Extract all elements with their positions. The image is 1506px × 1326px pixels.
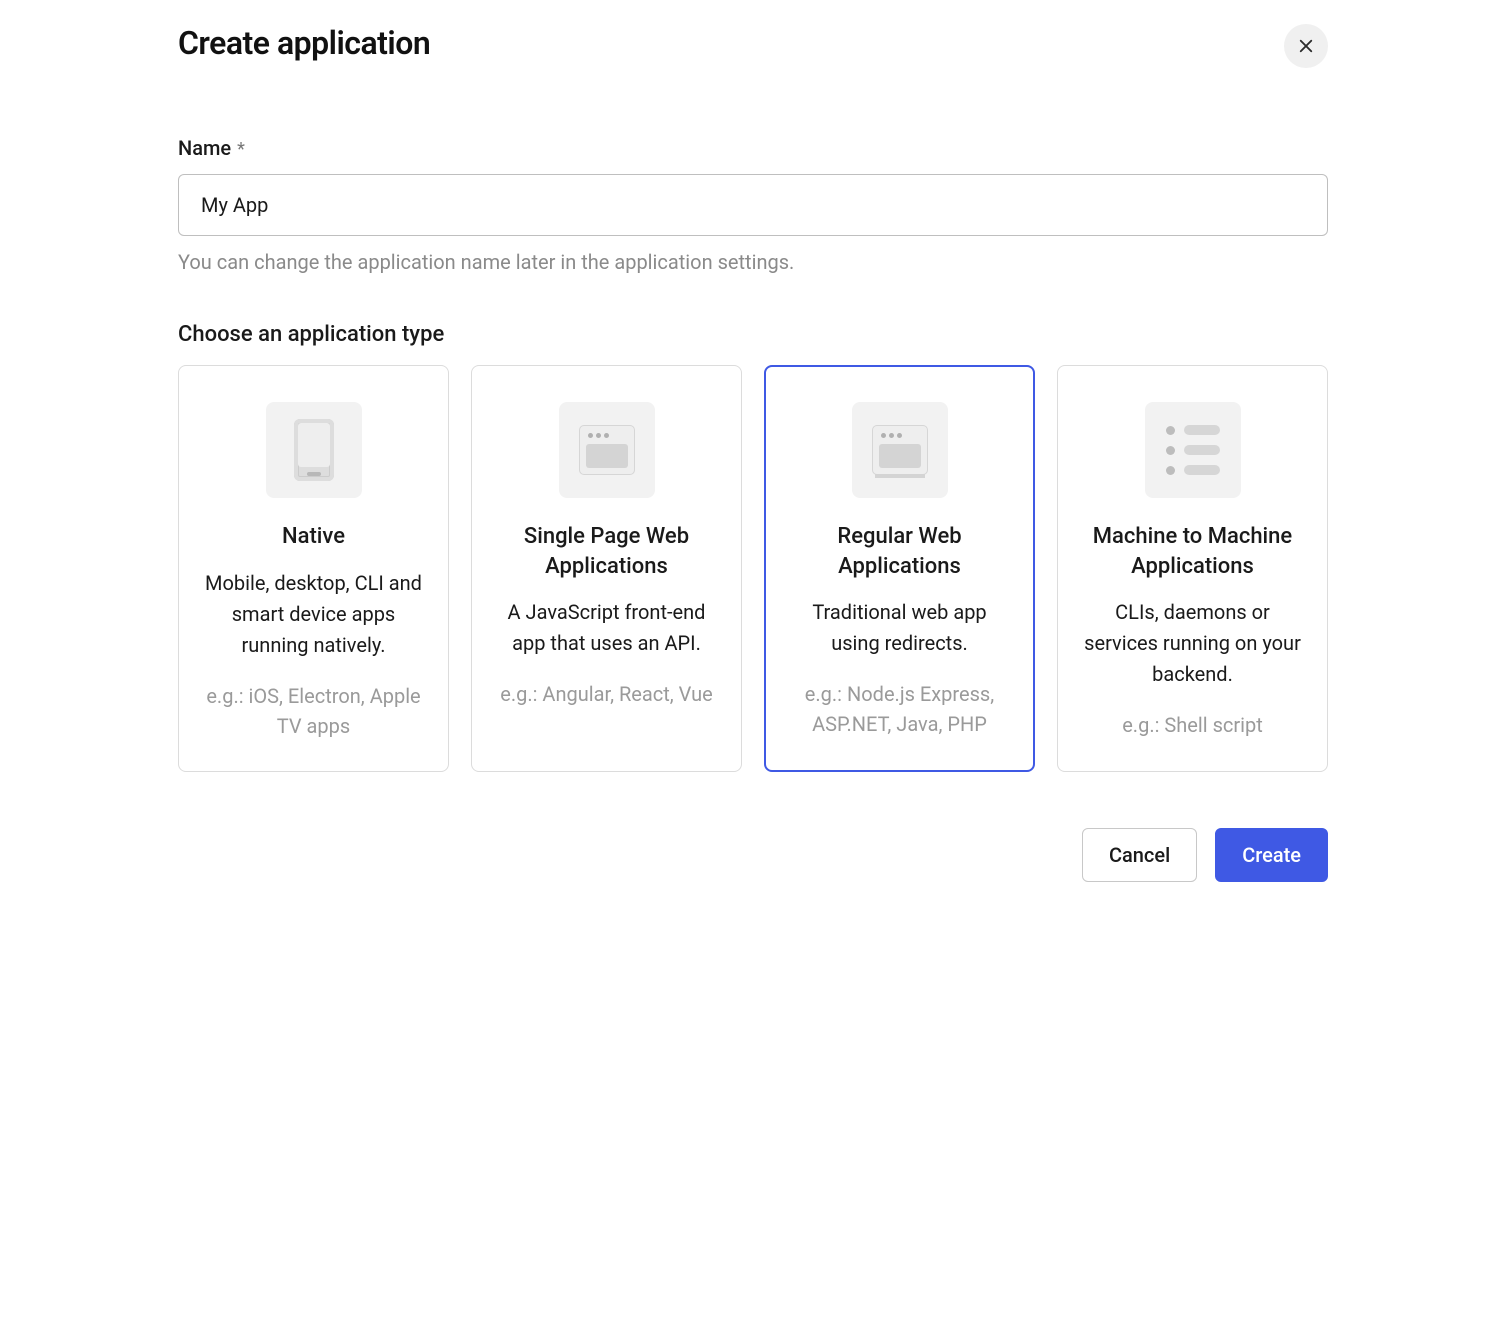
name-label-row: Name * [178,140,245,159]
app-type-card-native[interactable]: Native Mobile, desktop, CLI and smart de… [178,365,449,772]
app-type-card-m2m[interactable]: Machine to Machine Applications CLIs, da… [1057,365,1328,772]
name-label: Name [178,136,231,160]
name-input[interactable] [178,174,1328,236]
card-title: Native [282,522,345,552]
name-section: Name * You can change the application na… [178,136,1328,274]
card-description: A JavaScript front-end app that uses an … [494,597,719,659]
create-application-dialog: Create application Name * You can change… [178,24,1328,882]
close-icon [1297,37,1315,55]
card-title: Regular Web Applications [787,522,1012,581]
regular-web-app-icon [852,402,948,498]
card-description: Traditional web app using redirects. [787,597,1012,659]
application-type-section: Choose an application type Native Mobile… [178,322,1328,772]
card-description: CLIs, daemons or services running on you… [1080,597,1305,690]
spa-app-icon [559,402,655,498]
m2m-app-icon [1145,402,1241,498]
card-example: e.g.: Node.js Express, ASP.NET, Java, PH… [787,679,1012,739]
app-type-card-spa[interactable]: Single Page Web Applications A JavaScrip… [471,365,742,772]
name-helper-text: You can change the application name late… [178,250,1328,274]
cancel-button[interactable]: Cancel [1082,828,1197,882]
card-title: Machine to Machine Applications [1080,522,1305,581]
card-example: e.g.: iOS, Electron, Apple TV apps [201,681,426,741]
app-type-card-regular-web[interactable]: Regular Web Applications Traditional web… [764,365,1035,772]
close-button[interactable] [1284,24,1328,68]
native-app-icon [266,402,362,498]
dialog-header: Create application [178,24,1328,68]
card-example: e.g.: Angular, React, Vue [500,679,713,709]
dialog-footer: Cancel Create [178,828,1328,882]
required-indicator: * [237,139,245,160]
dialog-title: Create application [178,24,430,62]
create-button[interactable]: Create [1215,828,1328,882]
application-type-grid: Native Mobile, desktop, CLI and smart de… [178,365,1328,772]
card-description: Mobile, desktop, CLI and smart device ap… [201,568,426,661]
application-type-label: Choose an application type [178,322,1328,347]
card-example: e.g.: Shell script [1122,710,1263,740]
card-title: Single Page Web Applications [494,522,719,581]
